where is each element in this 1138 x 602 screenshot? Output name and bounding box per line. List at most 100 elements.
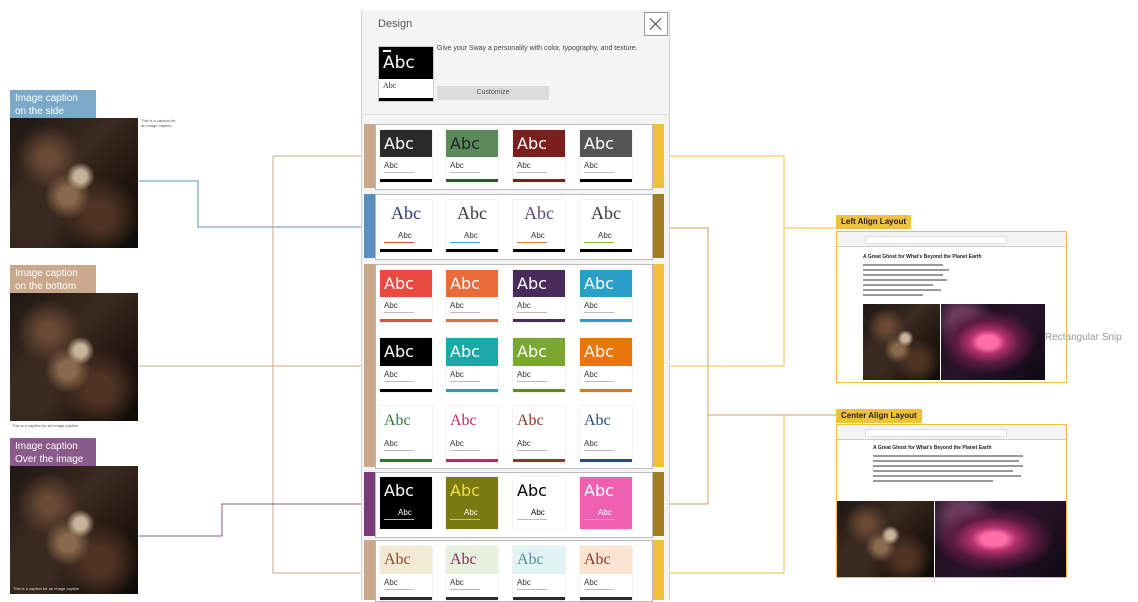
tile-underline <box>384 172 414 173</box>
style-tile[interactable]: Abc Abc <box>513 406 565 462</box>
tile-underline <box>517 450 547 451</box>
tile-subtext: Abc <box>598 231 612 240</box>
tile-heading: Abc <box>580 477 632 504</box>
article-title: A Great Ghost for What's Beyond the Plan… <box>873 445 992 451</box>
tile-underline <box>384 519 414 520</box>
space-image <box>10 118 138 248</box>
design-tagline: Give your Sway a personality with color,… <box>437 45 638 52</box>
tile-heading: Abc <box>513 406 565 435</box>
tile-heading: Abc <box>580 546 632 574</box>
tile-heading: Abc <box>580 338 632 366</box>
tile-heading: Abc <box>446 546 498 574</box>
tile-heading: Abc <box>580 406 632 435</box>
style-tile[interactable]: Abc Abc <box>446 477 498 529</box>
style-tile[interactable]: Abc Abc <box>513 546 565 600</box>
style-tile[interactable]: Abc Abc <box>446 338 498 392</box>
style-tile[interactable]: Abc Abc <box>380 406 432 462</box>
tile-subtext: Abc <box>384 578 398 587</box>
tile-color-bar <box>380 179 432 182</box>
space-image <box>837 501 934 577</box>
tile-heading: Abc <box>513 477 565 504</box>
style-tile[interactable]: Abc Abc <box>380 477 432 529</box>
style-tile[interactable]: Abc Abc <box>513 338 565 392</box>
tile-heading: Abc <box>580 130 632 157</box>
style-tile[interactable]: Abc Abc <box>446 200 498 252</box>
tile-color-bar <box>513 526 565 529</box>
side-caption-text: This is a caption for an image caption <box>141 118 176 128</box>
tile-subtext: Abc <box>531 508 545 517</box>
style-tile[interactable]: Abc Abc <box>446 406 498 462</box>
style-tile[interactable]: Abc Abc <box>513 270 565 322</box>
style-tile[interactable]: Abc Abc <box>513 130 565 182</box>
tile-underline <box>584 519 614 520</box>
preview-heading: Abc <box>379 47 433 79</box>
center-align-label: Center Align Layout <box>836 409 922 423</box>
tile-subtext: Abc <box>584 439 598 448</box>
tile-subtext: Abc <box>384 161 398 170</box>
preview-subtext: Abc <box>383 81 397 90</box>
tile-color-bar <box>580 526 632 529</box>
tile-subtext: Abc <box>450 578 464 587</box>
tile-heading: Abc <box>513 270 565 297</box>
tile-underline <box>450 450 480 451</box>
tile-underline <box>384 381 414 382</box>
style-tile[interactable]: Abc Abc <box>580 406 632 462</box>
bottom-caption-text: This is a caption for an image caption <box>12 423 79 428</box>
style-tile[interactable]: Abc Abc <box>380 270 432 322</box>
tile-underline <box>584 450 614 451</box>
tile-heading: Abc <box>446 406 498 435</box>
style-tile[interactable]: Abc Abc <box>446 130 498 182</box>
style-tile[interactable]: Abc Abc <box>380 338 432 392</box>
tile-heading: Abc <box>513 546 565 574</box>
space-image <box>10 293 138 421</box>
tile-color-bar <box>513 389 565 392</box>
tile-subtext: Abc <box>384 370 398 379</box>
tile-heading: Abc <box>380 130 432 157</box>
close-icon[interactable] <box>644 12 668 36</box>
tile-subtext: Abc <box>584 370 598 379</box>
tile-underline <box>517 519 547 520</box>
style-tile[interactable]: Abc Abc <box>380 200 432 252</box>
tile-color-bar <box>446 389 498 392</box>
tile-heading: Abc <box>380 200 432 227</box>
tile-subtext: Abc <box>464 508 478 517</box>
style-tile[interactable]: Abc Abc <box>580 270 632 322</box>
tile-color-bar <box>446 179 498 182</box>
space-image <box>10 466 138 594</box>
tile-subtext: Abc <box>450 161 464 170</box>
tile-heading: Abc <box>446 270 498 297</box>
customize-button[interactable]: Customize <box>437 86 549 100</box>
center-align-browser: A Great Ghost for What's Beyond the Plan… <box>836 424 1067 578</box>
tile-underline <box>450 589 480 590</box>
style-tile[interactable]: Abc Abc <box>580 130 632 182</box>
tile-subtext: Abc <box>398 231 412 240</box>
tile-heading: Abc <box>380 406 432 435</box>
style-tile[interactable]: Abc Abc <box>580 477 632 529</box>
style-tile[interactable]: Abc Abc <box>380 130 432 182</box>
style-tile[interactable]: Abc Abc <box>446 270 498 322</box>
nebula-image <box>941 304 1045 380</box>
tile-color-bar <box>380 526 432 529</box>
tile-heading: Abc <box>380 477 432 504</box>
tile-color-bar <box>513 459 565 462</box>
overlay-caption-text: This is a caption for an image caption <box>13 586 80 591</box>
tile-subtext: Abc <box>584 578 598 587</box>
tile-subtext: Abc <box>517 439 531 448</box>
style-tile[interactable]: Abc Abc <box>580 200 632 252</box>
style-tile[interactable]: Abc Abc <box>380 546 432 600</box>
tile-subtext: Abc <box>384 439 398 448</box>
tile-heading: Abc <box>380 546 432 574</box>
tile-underline <box>450 381 480 382</box>
style-tile[interactable]: Abc Abc <box>446 546 498 600</box>
style-tile[interactable]: Abc Abc <box>513 200 565 252</box>
tile-underline <box>584 242 614 243</box>
style-tile[interactable]: Abc Abc <box>580 338 632 392</box>
tile-color-bar <box>380 319 432 322</box>
left-align-label: Left Align Layout <box>836 215 912 229</box>
style-tile[interactable]: Abc Abc <box>513 477 565 529</box>
tile-color-bar <box>580 249 632 252</box>
tile-underline <box>584 589 614 590</box>
style-tile[interactable]: Abc Abc <box>580 546 632 600</box>
tile-color-bar <box>513 319 565 322</box>
tile-underline <box>584 312 614 313</box>
